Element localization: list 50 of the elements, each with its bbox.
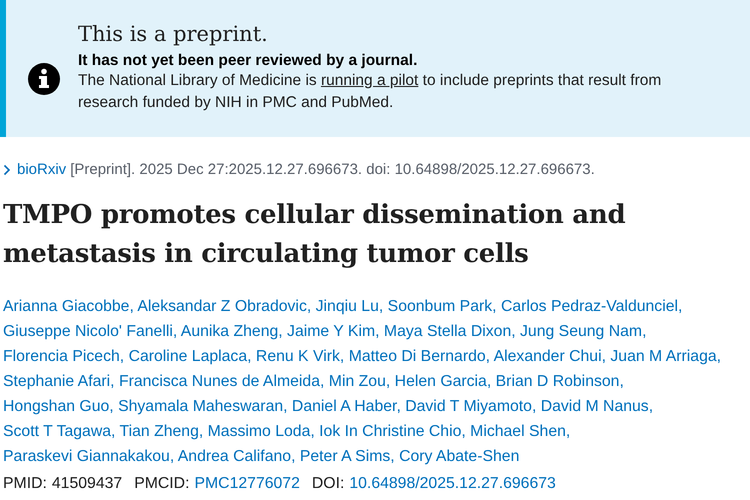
author-link[interactable]: Jinqiu Lu, xyxy=(316,298,384,315)
author-link[interactable]: Andrea Califano, xyxy=(178,448,296,465)
author-link[interactable]: Helen Garcia, xyxy=(394,373,492,390)
identifier-label: DOI: xyxy=(312,475,344,493)
citation-text: [Preprint]. 2025 Dec 27:2025.12.27.696673. doi: 10.64898/2025.12.27.696673. xyxy=(70,161,595,178)
author-link[interactable]: Michael Shen, xyxy=(470,423,570,440)
author-link[interactable]: Florencia Picech, xyxy=(3,348,124,365)
chevron-icon xyxy=(3,164,11,176)
identifier-label: PMCID: xyxy=(134,475,190,493)
author-link[interactable]: Stephanie Afari, xyxy=(3,373,115,390)
pilot-link[interactable]: running a pilot xyxy=(320,72,418,88)
author-link[interactable]: David M Nanus, xyxy=(540,398,654,415)
identifier-value: 41509437 xyxy=(52,475,122,493)
author-link[interactable]: Tian Zheng, xyxy=(120,423,204,440)
author-link[interactable]: Giuseppe Nicolo' Fanelli, xyxy=(3,323,178,340)
identifier-label: PMID: xyxy=(3,475,47,493)
author-link[interactable]: Arianna Giacobbe, xyxy=(3,298,134,315)
info-icon xyxy=(28,62,60,94)
author-link[interactable]: Carlos Pedraz-Valdunciel, xyxy=(500,298,682,315)
author-link[interactable]: Paraskevi Giannakakou, xyxy=(3,448,174,465)
author-link[interactable]: Matteo Di Bernardo, xyxy=(348,348,490,365)
author-link[interactable]: Peter A Sims, xyxy=(300,448,395,465)
author-link[interactable]: Aleksandar Z Obradovic, xyxy=(137,298,312,315)
author-link[interactable]: Brian D Robinson, xyxy=(496,373,624,390)
author-link[interactable]: Shyamala Maheswaran, xyxy=(118,398,288,415)
author-link[interactable]: Juan M Arriaga, xyxy=(610,348,722,365)
author-link[interactable]: Aunika Zheng, xyxy=(180,323,283,340)
author-link[interactable]: Massimo Loda, xyxy=(208,423,315,440)
notice-text: The National Library of Medicine is running a pilot to include preprints that result from research funded by NIH in PMC and PubMed. xyxy=(78,70,662,112)
journal-link[interactable]: bioRxiv xyxy=(3,161,66,178)
author-link[interactable]: Iok In Christine Chio, xyxy=(319,423,466,440)
author-link[interactable]: Renu K Virk, xyxy=(256,348,344,365)
author-link[interactable]: Cory Abate-Shen xyxy=(399,448,520,465)
author-link[interactable]: Francisca Nunes de Almeida, xyxy=(118,373,324,390)
author-link[interactable]: Hongshan Guo, xyxy=(3,398,114,415)
author-link[interactable]: Jaime Y Kim, xyxy=(287,323,380,340)
author-link[interactable]: Daniel A Haber, xyxy=(292,398,401,415)
identifier-link[interactable]: 10.64898/2025.12.27.696673 xyxy=(349,475,556,493)
author-link[interactable]: David T Miyamoto, xyxy=(405,398,536,415)
author-link[interactable]: Scott T Tagawa, xyxy=(3,423,116,440)
author-link[interactable]: Jung Seung Nam, xyxy=(520,323,646,340)
author-link[interactable]: Min Zou, xyxy=(328,373,390,390)
identifier-link[interactable]: PMC12776072 xyxy=(194,475,300,493)
author-link[interactable]: Soonbum Park, xyxy=(388,298,497,315)
notice-subtitle: It has not yet been peer reviewed by a journal. xyxy=(78,52,418,70)
article-title: TMPO promotes cellular dissemination and metastasis in circulating tumor cells xyxy=(3,199,626,271)
author-link[interactable]: Alexander Chui, xyxy=(494,348,606,365)
author-link[interactable]: Caroline Laplaca, xyxy=(128,348,252,365)
notice-title: This is a preprint. xyxy=(78,22,269,46)
author-link[interactable]: Maya Stella Dixon, xyxy=(384,323,516,340)
